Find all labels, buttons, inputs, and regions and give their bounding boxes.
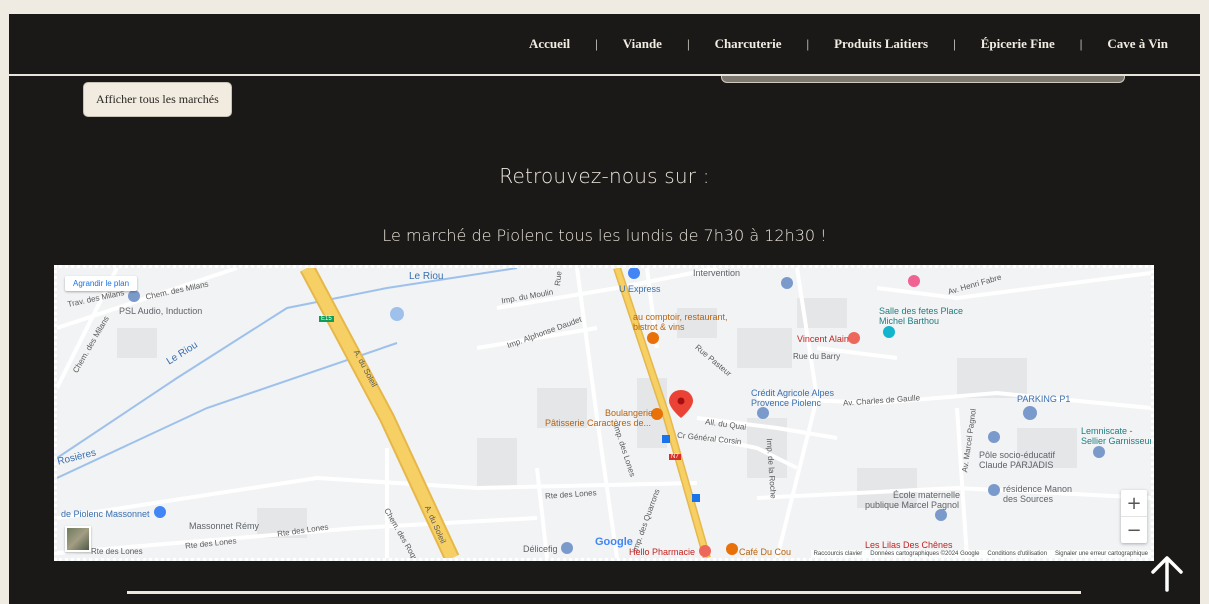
find-us-title: Retrouvez-nous sur : [499, 164, 710, 188]
map-label: Rte des Lones [91, 547, 143, 556]
map-label: Les Lilas Des Chênes [865, 540, 953, 550]
map-label: U Express [619, 284, 661, 294]
nav-separator: | [1079, 36, 1083, 51]
show-all-markets-button[interactable]: Afficher tous les marchés [83, 82, 232, 117]
satellite-toggle[interactable] [65, 526, 91, 552]
arrow-up-icon[interactable] [1149, 554, 1185, 594]
nav-item-epicerie-fine[interactable]: Épicerie Fine [981, 36, 1055, 52]
google-map[interactable]: Agrandir le plan Le Riou Le Riou Chem. d… [54, 265, 1154, 561]
nav-item-viande[interactable]: Viande [623, 36, 662, 52]
report-error-link[interactable]: Signaler une erreur cartographique [1055, 551, 1148, 557]
hero-image-edge [721, 76, 1125, 83]
map-base [57, 268, 1151, 558]
map-label: Rue [553, 270, 564, 287]
map-label: Le Riou [409, 271, 444, 282]
map-label: bistrot & vins [633, 322, 685, 332]
map-label: Vincent Alain [797, 334, 849, 344]
nav-item-cave-a-vin[interactable]: Cave à Vin [1107, 36, 1168, 52]
map-label: des Sources [1003, 494, 1054, 504]
map-attribution: Raccourcis clavier Données cartographiqu… [810, 550, 1151, 558]
market-schedule-text: Le marché de Piolenc tous les lundis de … [382, 226, 827, 245]
map-label: de Piolenc Massonnet [61, 509, 150, 519]
header: Accueil | Viande | Charcuterie | Produit… [9, 14, 1200, 74]
map-label: Michel Barthou [879, 316, 940, 326]
map-label: Café Du Cou [739, 547, 792, 557]
google-logo-text: Google [595, 536, 633, 548]
terms-link[interactable]: Conditions d'utilisation [987, 551, 1047, 557]
map-label: PARKING P1 [1017, 394, 1071, 404]
map-label: au comptoir, restaurant, [633, 312, 728, 322]
map-label: Intervention [693, 268, 741, 278]
map-label: Pâtisserie Caractères de... [545, 418, 652, 428]
map-label: Délicefig [523, 544, 558, 554]
section-divider [127, 591, 1081, 594]
map-label: E15 [319, 316, 334, 322]
nav-separator: | [686, 36, 690, 51]
map-label: Sellier Garnisseur [1081, 436, 1153, 446]
nav-item-charcuterie[interactable]: Charcuterie [715, 36, 782, 52]
main-nav: Accueil | Viande | Charcuterie | Produit… [529, 36, 1168, 52]
enlarge-map-link[interactable]: Agrandir le plan [65, 276, 138, 291]
nav-separator: | [953, 36, 956, 51]
nav-item-produits-laitiers[interactable]: Produits Laitiers [834, 36, 928, 52]
google-logo: Google [595, 536, 633, 548]
map-label: PSL Audio, Induction [119, 306, 203, 316]
map-label: Rue du Barry [793, 352, 841, 361]
map-data-credit: Données cartographiques ©2024 Google [870, 551, 980, 557]
nav-separator: | [595, 36, 598, 51]
map-label: Claude PARJADIS [979, 460, 1054, 470]
map-label: Boulangerie [605, 408, 654, 418]
zoom-controls: + − [1121, 490, 1147, 543]
keyboard-shortcuts-link[interactable]: Raccourcis clavier [814, 551, 863, 557]
map-label: Massonnet Rémy [189, 521, 260, 531]
page-frame: Accueil | Viande | Charcuterie | Produit… [9, 14, 1200, 604]
zoom-in-button[interactable]: + [1121, 490, 1147, 516]
map-label: N7 [669, 454, 681, 460]
map-label: Salle des fetes Place [879, 306, 964, 316]
nav-separator: | [806, 36, 810, 51]
map-label: Crédit Agricole Alpes [751, 388, 835, 398]
map-label: Lemniscate - [1081, 426, 1133, 436]
map-label: Pôle socio-éducatif [979, 450, 1056, 460]
nav-item-accueil[interactable]: Accueil [529, 36, 570, 52]
map-label: résidence Manon [1003, 484, 1073, 494]
map-label: Provence Piolenc [751, 398, 822, 408]
map-label: Hello Pharmacie [629, 547, 696, 557]
map-label: publique Marcel Pagnol [865, 500, 960, 510]
map-label: École maternelle [893, 490, 961, 500]
zoom-out-button[interactable]: − [1121, 517, 1147, 543]
